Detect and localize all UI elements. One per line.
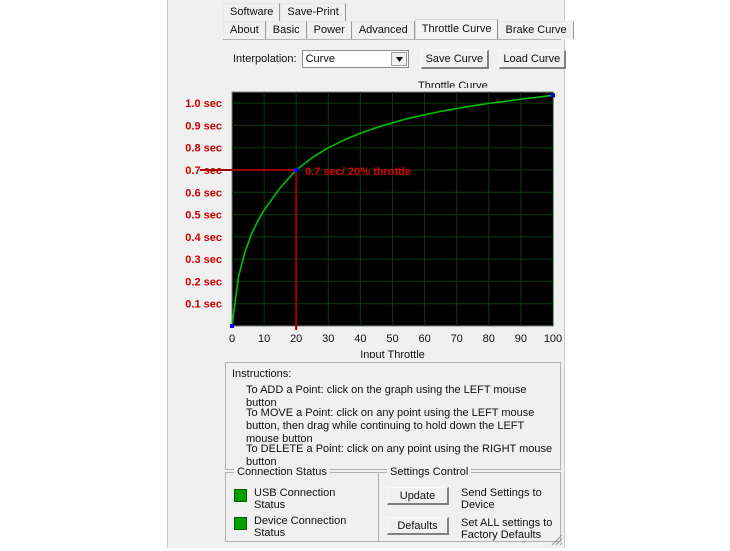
interpolation-select[interactable]: Curve [301,50,410,68]
device-connection-status-row: Device Connection Status [234,515,346,539]
update-description: Send Settings to Device [461,487,542,511]
connection-status-panel: Connection Status USB Connection Status … [225,466,390,542]
tab-throttle-curve[interactable]: Throttle Curve [414,19,499,39]
svg-text:0.6 sec: 0.6 sec [185,187,222,199]
load-curve-button[interactable]: Load Curve [498,49,566,69]
tab-row-secondary: About Basic Power Advanced Throttle Curv… [168,19,574,39]
tab-page-divider [223,39,561,40]
connection-status-title: Connection Status [234,466,330,478]
svg-text:100: 100 [544,333,562,345]
interpolation-label: Interpolation: [233,53,297,65]
svg-text:0.4 sec: 0.4 sec [185,232,222,244]
settings-control-title: Settings Control [387,466,472,478]
tab-brake-curve[interactable]: Brake Curve [498,21,574,39]
svg-text:0: 0 [229,333,235,345]
svg-text:0.2 sec: 0.2 sec [185,276,222,288]
tab-power[interactable]: Power [306,21,352,39]
curve-point-annotation: 0.7 sec/ 20% throttle [305,166,411,178]
svg-text:0.1 sec: 0.1 sec [185,299,222,311]
usb-connection-status-label: USB Connection Status [254,487,336,511]
x-axis-label: Input Throttle [360,349,425,358]
curve-control-point[interactable] [294,168,299,172]
svg-text:90: 90 [515,333,527,345]
tab-about[interactable]: About [223,21,266,39]
interpolation-selected-value: Curve [305,53,335,65]
svg-text:30: 30 [322,333,334,345]
curve-control-point[interactable] [551,93,555,98]
svg-text:0.5 sec: 0.5 sec [185,210,222,222]
instructions-move-point: To MOVE a Point: click on any point usin… [246,407,535,445]
chevron-down-icon[interactable] [391,52,408,66]
interpolation-toolbar: Interpolation: Curve Save Curve Load Cur… [168,46,566,72]
curve-control-point[interactable] [230,324,234,328]
chart-canvas[interactable]: 0.1 sec 0.2 sec 0.3 sec 0.4 sec 0.5 sec 0.6 s… [168,88,563,358]
device-status-led-icon [234,517,247,530]
settings-control-panel: Settings Control Update Send Settings to… [378,466,561,542]
defaults-setting-row: Defaults Set ALL settings to Factory Def… [387,517,552,541]
save-curve-button[interactable]: Save Curve [421,49,489,69]
tab-basic[interactable]: Basic [265,21,307,39]
defaults-description: Set ALL settings to Factory Defaults [461,517,553,541]
usb-status-led-icon [234,489,247,502]
svg-text:10: 10 [258,333,270,345]
device-connection-status-label: Device Connection Status [254,515,347,539]
tab-save-print[interactable]: Save-Print [280,3,346,21]
throttle-curve-chart[interactable]: 0.1 sec 0.2 sec 0.3 sec 0.4 sec 0.5 sec 0.6 s… [168,88,563,358]
instructions-heading: Instructions: [232,368,292,380]
update-setting-row: Update Send Settings to Device [387,487,542,511]
svg-text:70: 70 [451,333,463,345]
svg-text:20: 20 [290,333,302,345]
update-button[interactable]: Update [387,487,449,505]
svg-text:60: 60 [418,333,430,345]
tab-advanced[interactable]: Advanced [351,21,415,39]
svg-text:0.3 sec: 0.3 sec [185,254,222,266]
svg-text:0.9 sec: 0.9 sec [185,120,222,132]
svg-text:40: 40 [354,333,366,345]
resize-grip-icon[interactable] [551,533,563,546]
svg-text:1.0 sec: 1.0 sec [185,98,222,110]
instructions-panel: Instructions: To ADD a Point: click on t… [225,362,561,470]
svg-text:80: 80 [483,333,495,345]
tab-row-primary: Software Save-Print [168,3,566,21]
usb-connection-status-row: USB Connection Status [234,487,335,511]
defaults-button[interactable]: Defaults [387,517,449,535]
tab-software[interactable]: Software [223,3,281,21]
svg-text:0.8 sec: 0.8 sec [185,143,222,155]
svg-text:50: 50 [386,333,398,345]
